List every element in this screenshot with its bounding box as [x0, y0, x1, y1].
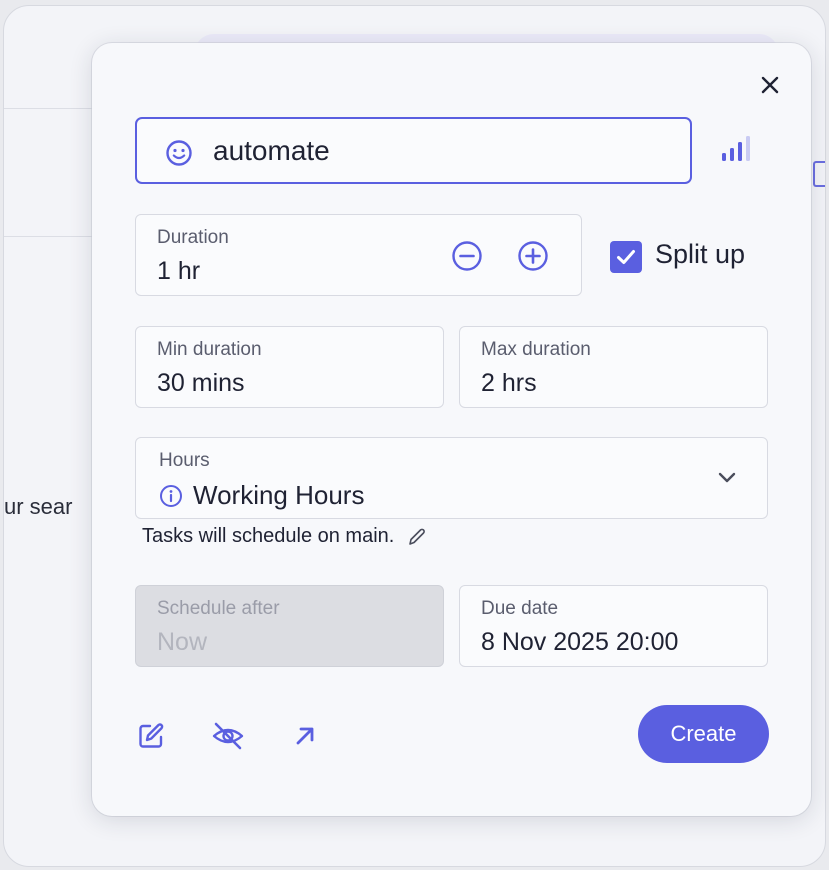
hours-label: Hours [159, 450, 210, 471]
create-button[interactable]: Create [638, 705, 769, 763]
max-duration-label: Max duration [481, 339, 591, 360]
hide-button[interactable] [211, 719, 245, 753]
hours-select[interactable]: Hours Working Hours [135, 437, 768, 519]
schedule-after-field: Schedule after Now [135, 585, 444, 667]
due-date-label: Due date [481, 598, 559, 619]
min-duration-value: 30 mins [157, 369, 245, 397]
background-divider [4, 108, 104, 109]
smiley-icon[interactable] [165, 139, 193, 167]
task-name-field[interactable] [135, 117, 692, 184]
close-button[interactable] [756, 71, 784, 99]
schedule-after-value: Now [157, 628, 208, 656]
increment-duration-button[interactable] [516, 239, 550, 273]
duration-field[interactable]: Duration 1 hr [135, 214, 582, 296]
chevron-down-icon[interactable] [716, 466, 738, 488]
max-duration-field[interactable]: Max duration 2 hrs [459, 326, 768, 408]
minus-circle-icon [452, 241, 482, 271]
edit-icon [139, 723, 164, 748]
create-task-dialog: Duration 1 hr Split up Min duration 30 m… [92, 43, 811, 816]
edit-button[interactable] [134, 719, 168, 753]
duration-label: Duration [157, 227, 229, 248]
min-duration-field[interactable]: Min duration 30 mins [135, 326, 444, 408]
due-date-field[interactable]: Due date 8 Nov 2025 20:00 [459, 585, 768, 667]
info-icon [160, 484, 182, 507]
split-up-checkbox[interactable] [610, 241, 642, 273]
decrement-duration-button[interactable] [450, 239, 484, 273]
split-up-label[interactable]: Split up [655, 239, 745, 270]
min-duration-label: Min duration [157, 339, 262, 360]
due-date-value: 8 Nov 2025 20:00 [481, 628, 679, 656]
open-button[interactable] [288, 719, 322, 753]
close-icon [761, 76, 779, 94]
task-name-input[interactable] [213, 129, 673, 173]
pencil-icon[interactable] [406, 526, 428, 548]
max-duration-value: 2 hrs [481, 369, 537, 397]
hours-value: Working Hours [193, 480, 365, 510]
signal-bars-icon[interactable] [720, 135, 752, 163]
hours-value-row: Working Hours [159, 480, 364, 511]
duration-value: 1 hr [157, 257, 201, 285]
background-divider [4, 236, 104, 237]
schedule-note-text: Tasks will schedule on main. [142, 525, 395, 547]
arrow-up-right-icon [296, 727, 314, 745]
schedule-after-label: Schedule after [157, 598, 280, 619]
background-search-text: ur sear [4, 494, 73, 519]
checkmark-icon [617, 250, 635, 264]
background-panel-icon [813, 161, 825, 187]
plus-circle-icon [518, 241, 548, 271]
schedule-note: Tasks will schedule on main. [142, 525, 428, 548]
eye-off-icon [212, 722, 244, 750]
